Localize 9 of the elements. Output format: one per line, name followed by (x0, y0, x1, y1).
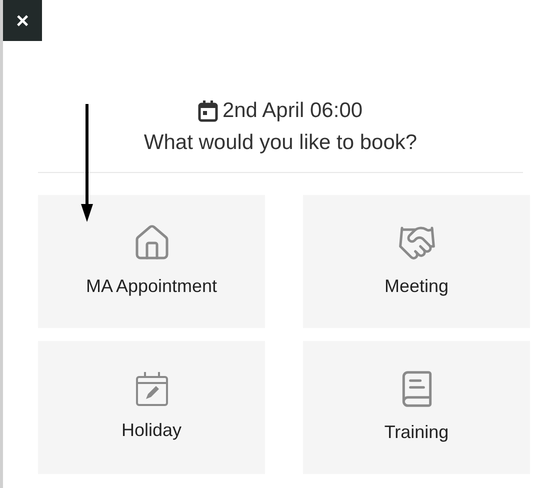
booking-option-tile[interactable]: Meeting (303, 195, 530, 328)
booking-option-tile[interactable]: Holiday (38, 341, 265, 474)
booking-option-tile[interactable]: Training (303, 341, 530, 474)
booking-date: 2nd April 06:00 (222, 98, 363, 124)
close-button[interactable]: × (3, 0, 42, 41)
booking-question: What would you like to book? (144, 130, 418, 156)
booking-option-tile[interactable]: MA Appointment (38, 195, 265, 328)
calendar-pencil-icon (134, 371, 168, 407)
calendar-icon (198, 100, 218, 122)
